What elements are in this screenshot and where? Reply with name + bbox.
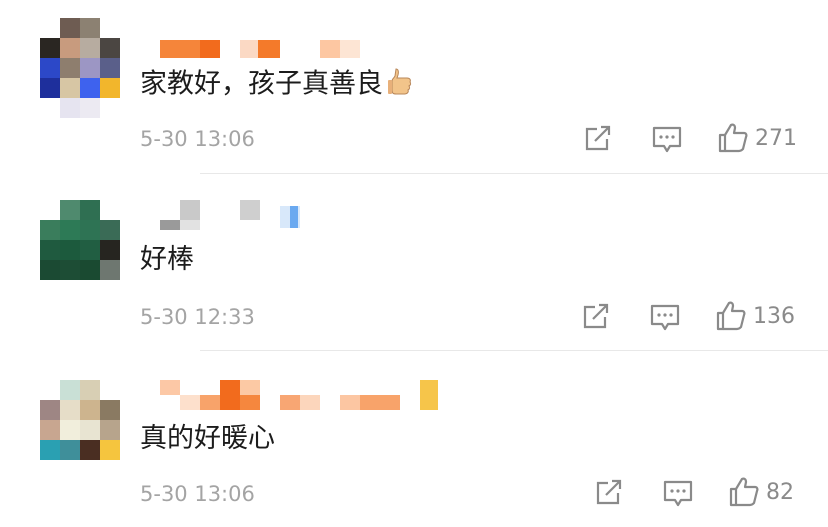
comment-button[interactable]: [650, 304, 680, 332]
timestamp: 5-30 13:06: [140, 127, 255, 151]
thumbs-up-icon: [716, 301, 746, 331]
share-button[interactable]: [581, 303, 611, 331]
share-box-arrow-icon: [583, 303, 609, 329]
comment-button[interactable]: [652, 126, 682, 154]
comment-text: 真的好暖心: [140, 423, 275, 454]
avatar[interactable]: [40, 200, 120, 280]
comment-item: 真的好暖心 5-30 13:06 82: [0, 352, 828, 527]
avatar[interactable]: [40, 18, 120, 118]
divider: [200, 350, 828, 351]
comment-bubble-icon: [663, 480, 693, 507]
like-count: 82: [766, 479, 794, 505]
comment-text: 好棒: [140, 244, 194, 275]
comment-bubble-icon: [650, 304, 680, 331]
thumbs-up-icon: [729, 477, 759, 507]
like-button[interactable]: 271: [717, 122, 797, 154]
avatar[interactable]: [40, 380, 120, 460]
comment-button[interactable]: [663, 480, 693, 508]
username-redacted[interactable]: [160, 200, 310, 230]
like-button[interactable]: 82: [728, 476, 794, 508]
share-box-arrow-icon: [585, 125, 611, 151]
comment-item: 好棒 5-30 12:33 136: [0, 175, 828, 351]
comment-bubble-icon: [652, 126, 682, 153]
username-redacted[interactable]: [160, 380, 440, 410]
timestamp: 5-30 13:06: [140, 482, 255, 506]
thumbs-up-icon: [718, 123, 748, 153]
thumbs-up-emoji-icon: [387, 66, 413, 104]
comment-text: 家教好，孩子真善良: [140, 66, 413, 104]
like-button[interactable]: 136: [715, 300, 795, 332]
share-button[interactable]: [594, 479, 624, 507]
username-redacted[interactable]: [160, 40, 360, 64]
like-count: 271: [755, 125, 797, 151]
share-box-arrow-icon: [596, 479, 622, 505]
comment-item: 家教好，孩子真善良 5-30 13:06 271: [0, 0, 828, 175]
timestamp: 5-30 12:33: [140, 305, 255, 329]
share-button[interactable]: [583, 125, 613, 153]
like-count: 136: [753, 303, 795, 329]
divider: [200, 173, 828, 174]
